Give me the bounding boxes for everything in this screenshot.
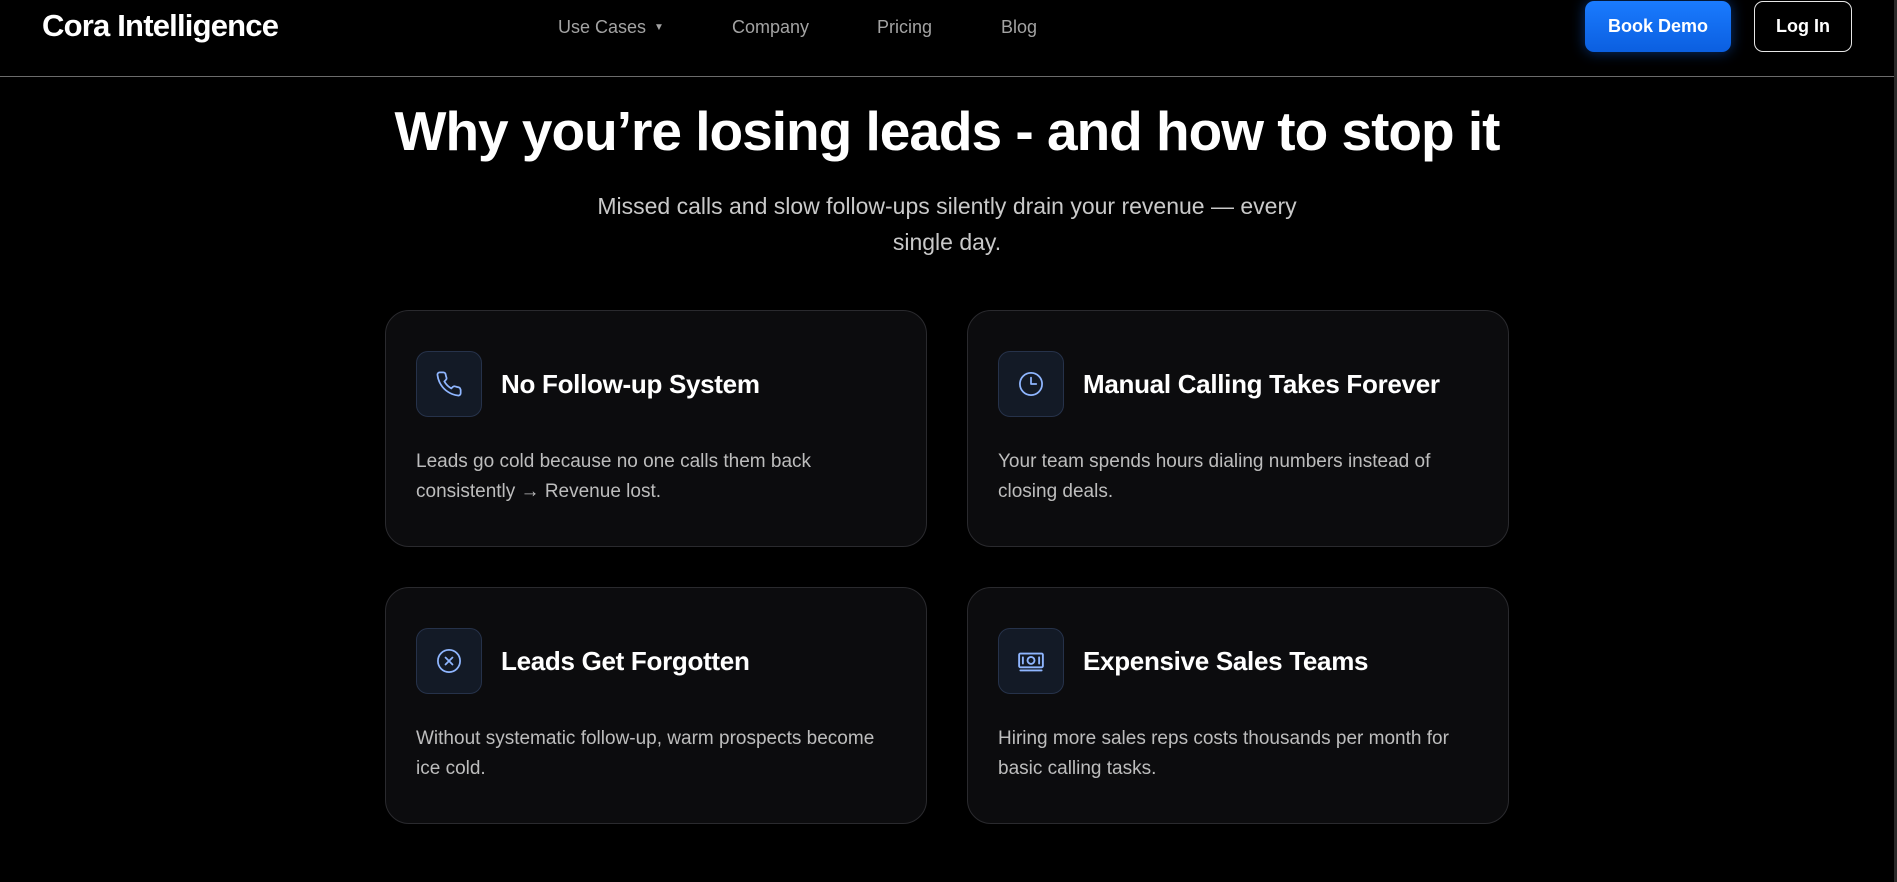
- caret-down-icon: ▼: [654, 22, 664, 33]
- section-subtitle: Missed calls and slow follow-ups silentl…: [597, 193, 1297, 255]
- phone-icon: [436, 371, 462, 397]
- problem-card-manual-calling: Manual Calling Takes Forever Your team s…: [967, 310, 1509, 547]
- card-description: Leads go cold because no one calls them …: [416, 451, 812, 502]
- nav-company[interactable]: Company: [732, 16, 809, 38]
- book-demo-button[interactable]: Book Demo: [1585, 1, 1731, 52]
- card-title: Expensive Sales Teams: [1083, 646, 1369, 676]
- nav-blog[interactable]: Blog: [1001, 16, 1037, 38]
- card-description: Your team spends hours dialing numbers i…: [998, 451, 1431, 502]
- problem-card-no-follow-up: No Follow-up System Leads go cold becaus…: [385, 310, 927, 547]
- card-title: Manual Calling Takes Forever: [1083, 369, 1440, 399]
- card-description: Hiring more sales reps costs thousands p…: [998, 728, 1449, 779]
- x-circle-icon: [437, 649, 461, 673]
- card-title: Leads Get Forgotten: [501, 646, 750, 676]
- nav-use-cases[interactable]: Use Cases ▼: [558, 16, 664, 39]
- nav-use-cases-label: Use Cases: [558, 17, 647, 37]
- nav-pricing[interactable]: Pricing: [877, 16, 932, 38]
- card-icon-box: [998, 351, 1064, 417]
- logo[interactable]: Cora Intelligence: [42, 8, 279, 44]
- login-button[interactable]: Log In: [1754, 1, 1852, 52]
- card-icon-box: [416, 351, 482, 417]
- problem-card-expensive-teams: Expensive Sales Teams Hiring more sales …: [967, 587, 1509, 824]
- clock-icon: [1019, 372, 1043, 396]
- section-title: Why you’re losing leads - and how to sto…: [394, 100, 1501, 162]
- card-description: Without systematic follow-up, warm prosp…: [416, 728, 875, 779]
- problem-card-leads-forgotten: Leads Get Forgotten Without systematic f…: [385, 587, 927, 824]
- card-title: No Follow-up System: [501, 369, 760, 399]
- card-icon-box: [416, 628, 482, 694]
- top-navbar: Cora Intelligence Use Cases ▼ Company Pri…: [0, 0, 1897, 77]
- banknote-icon: [1018, 652, 1044, 672]
- card-icon-box: [998, 628, 1064, 694]
